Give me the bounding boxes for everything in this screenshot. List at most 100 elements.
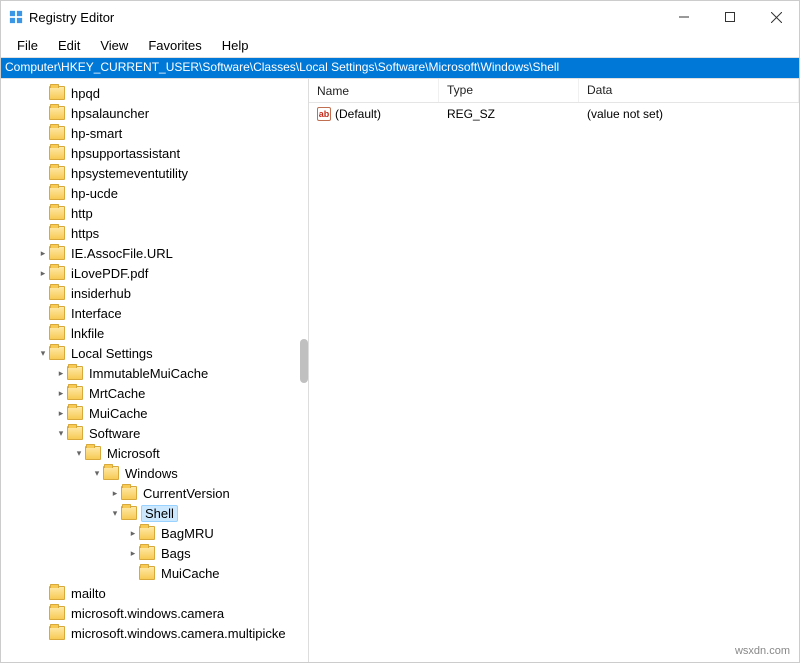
tree-item[interactable]: ▾Local Settings (1, 343, 308, 363)
maximize-icon (725, 12, 735, 22)
maximize-button[interactable] (707, 1, 753, 33)
folder-icon (49, 146, 65, 160)
chevron-right-icon[interactable]: ▸ (55, 408, 67, 419)
folder-icon (49, 346, 65, 360)
tree-item[interactable]: hp-ucde (1, 183, 308, 203)
tree-item-label: Software (87, 426, 142, 441)
folder-icon (49, 586, 65, 600)
column-name[interactable]: Name (309, 79, 439, 102)
tree-item-label: Bags (159, 546, 193, 561)
tree-item-label: https (69, 226, 101, 241)
tree-item-label: microsoft.windows.camera.multipicke (69, 626, 288, 641)
chevron-down-icon[interactable]: ▾ (109, 508, 121, 519)
tree-item[interactable]: hpsalauncher (1, 103, 308, 123)
tree-item-label: mailto (69, 586, 108, 601)
tree-item[interactable]: ▸CurrentVersion (1, 483, 308, 503)
folder-icon (49, 226, 65, 240)
tree-item[interactable]: ▸ iLovePDF.pdf (1, 263, 308, 283)
folder-icon (49, 326, 65, 340)
tree-item[interactable]: https (1, 223, 308, 243)
chevron-right-icon[interactable]: ▸ (37, 268, 49, 279)
folder-icon (49, 206, 65, 220)
tree-item[interactable]: hp-smart (1, 123, 308, 143)
folder-icon (67, 386, 83, 400)
tree-item[interactable]: hpsystemeventutility (1, 163, 308, 183)
chevron-down-icon[interactable]: ▾ (91, 468, 103, 479)
tree-item[interactable]: ▸ BagMRU (1, 523, 308, 543)
tree-item-label: MuiCache (87, 406, 150, 421)
tree-item[interactable]: ▸ MuiCache (1, 403, 308, 423)
close-icon (771, 12, 782, 23)
menu-edit[interactable]: Edit (48, 36, 90, 55)
column-data[interactable]: Data (579, 79, 799, 102)
tree-item-label: Shell (141, 505, 178, 522)
menu-file[interactable]: File (7, 36, 48, 55)
tree-item[interactable]: ▸IE.AssocFile.URL (1, 243, 308, 263)
close-button[interactable] (753, 1, 799, 33)
tree-item[interactable]: ▾Microsoft (1, 443, 308, 463)
scrollbar-thumb[interactable] (300, 339, 308, 383)
folder-icon (49, 166, 65, 180)
tree-item[interactable]: http (1, 203, 308, 223)
chevron-right-icon[interactable]: ▸ (37, 248, 49, 259)
tree-item[interactable]: ▸ MrtCache (1, 383, 308, 403)
minimize-button[interactable] (661, 1, 707, 33)
tree-view[interactable]: hpqdhpsalauncher hp-smart hpsupportassista… (1, 79, 309, 662)
registry-editor-window: Registry Editor File Edit View Favorites… (0, 0, 800, 663)
menu-view[interactable]: View (90, 36, 138, 55)
chevron-down-icon[interactable]: ▾ (55, 428, 67, 439)
chevron-down-icon[interactable]: ▾ (73, 448, 85, 459)
tree-item[interactable]: lnkfile (1, 323, 308, 343)
folder-icon (67, 426, 83, 440)
tree-item[interactable]: ▾ Software (1, 423, 308, 443)
tree-item[interactable]: hpqd (1, 83, 308, 103)
chevron-right-icon[interactable]: ▸ (55, 388, 67, 399)
chevron-right-icon[interactable]: ▸ (55, 368, 67, 379)
tree-item[interactable]: ▾ Shell (1, 503, 308, 523)
folder-icon (49, 106, 65, 120)
chevron-right-icon[interactable]: ▸ (127, 528, 139, 539)
tree-item-label: MrtCache (87, 386, 147, 401)
tree-item-label: BagMRU (159, 526, 216, 541)
tree-item[interactable]: ▾Windows (1, 463, 308, 483)
tree-item[interactable]: ▸ ImmutableMuiCache (1, 363, 308, 383)
list-header[interactable]: Name Type Data (309, 79, 799, 103)
tree-item[interactable]: microsoft.windows.camera (1, 603, 308, 623)
tree-item[interactable]: Interface (1, 303, 308, 323)
folder-icon (121, 506, 137, 520)
value-list: Name Type Data ab(Default)REG_SZ(value n… (309, 79, 799, 662)
tree-item[interactable]: MuiCache (1, 563, 308, 583)
menu-help[interactable]: Help (212, 36, 259, 55)
tree-item[interactable]: microsoft.windows.camera.multipicke (1, 623, 308, 643)
tree-item[interactable]: ▸ Bags (1, 543, 308, 563)
folder-icon (49, 266, 65, 280)
tree-item-label: MuiCache (159, 566, 222, 581)
folder-icon (139, 546, 155, 560)
tree-item-label: hpsystemeventutility (69, 166, 190, 181)
tree-item[interactable]: mailto (1, 583, 308, 603)
folder-icon (49, 86, 65, 100)
value-data: (value not set) (579, 107, 799, 121)
app-icon (9, 10, 23, 24)
tree-item-label: ImmutableMuiCache (87, 366, 210, 381)
tree-item[interactable]: hpsupportassistant (1, 143, 308, 163)
window-controls (661, 1, 799, 33)
folder-icon (67, 406, 83, 420)
tree-item[interactable]: insiderhub (1, 283, 308, 303)
tree-item-label: lnkfile (69, 326, 106, 341)
titlebar[interactable]: Registry Editor (1, 1, 799, 33)
folder-icon (49, 306, 65, 320)
column-type[interactable]: Type (439, 79, 579, 102)
tree-item-label: iLovePDF.pdf (69, 266, 150, 281)
address-bar[interactable]: Computer\HKEY_CURRENT_USER\Software\Clas… (1, 57, 799, 79)
tree-item-label: Interface (69, 306, 124, 321)
chevron-right-icon[interactable]: ▸ (127, 548, 139, 559)
value-row[interactable]: ab(Default)REG_SZ(value not set) (309, 103, 799, 125)
chevron-right-icon[interactable]: ▸ (109, 488, 121, 499)
menu-favorites[interactable]: Favorites (138, 36, 211, 55)
folder-icon (85, 446, 101, 460)
tree-item-label: hp-ucde (69, 186, 120, 201)
folder-icon (49, 626, 65, 640)
tree-item-label: hp-smart (69, 126, 124, 141)
chevron-down-icon[interactable]: ▾ (37, 348, 49, 359)
